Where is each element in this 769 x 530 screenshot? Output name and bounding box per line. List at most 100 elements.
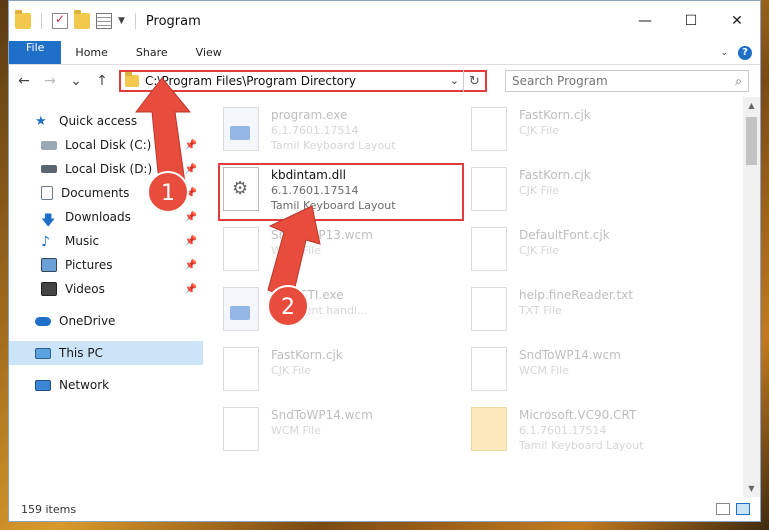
- toolbar-separator: [41, 13, 42, 29]
- documents-icon: [41, 186, 53, 200]
- scroll-up-arrow-icon[interactable]: ▲: [743, 97, 760, 114]
- help-icon[interactable]: ?: [738, 45, 752, 60]
- sidebar-item-music[interactable]: ♪ Music 📌: [9, 229, 203, 253]
- file-item[interactable]: help.fineReader.txt TXT File: [471, 281, 719, 341]
- sidebar-item-onedrive[interactable]: OneDrive: [9, 309, 203, 333]
- document-file-icon: [471, 107, 507, 151]
- forward-arrow-icon[interactable]: →: [41, 73, 59, 89]
- file-name: FastKorn.cjk: [519, 108, 591, 122]
- file-name: SndToWP13.wcm: [271, 228, 373, 242]
- pin-icon[interactable]: 📌: [185, 284, 197, 295]
- sidebar-item-videos[interactable]: Videos 📌: [9, 277, 203, 301]
- properties-check-icon[interactable]: [52, 12, 68, 29]
- pin-icon[interactable]: 📌: [185, 188, 197, 199]
- file-item[interactable]: FastKorn.cjk CJK File: [471, 161, 719, 221]
- main-area: ★ Quick access Local Disk (C:) 📌 Local D…: [9, 97, 760, 497]
- file-item[interactable]: Microsoft.VC90.CRT 6.1.7601.17514 Tamil Ke…: [471, 401, 719, 461]
- sidebar-item-label: Quick access: [59, 114, 138, 128]
- pin-icon[interactable]: 📌: [185, 212, 197, 223]
- address-folder-icon: [125, 72, 139, 87]
- tab-home[interactable]: Home: [61, 41, 121, 64]
- sidebar-item-label: Downloads: [65, 210, 131, 224]
- file-item[interactable]: SndToWP14.wcm WCM File: [223, 401, 471, 461]
- sidebar-item-this-pc[interactable]: This PC: [9, 341, 203, 365]
- search-box[interactable]: ⌕: [505, 70, 749, 92]
- sidebar-item-local-disk-d[interactable]: Local Disk (D:) 📌: [9, 157, 203, 181]
- large-icons-view-icon[interactable]: [736, 503, 750, 515]
- file-detail: CJK File: [519, 124, 560, 137]
- back-arrow-icon[interactable]: ←: [15, 73, 33, 89]
- network-icon: [35, 379, 51, 391]
- view-buttons: [716, 503, 760, 515]
- file-item[interactable]: SyncSTI.exe STI event handl...: [223, 281, 471, 341]
- tab-file[interactable]: File: [9, 41, 62, 64]
- music-icon: ♪: [41, 234, 50, 250]
- file-item[interactable]: SndToWP14.wcm WCM File: [471, 341, 719, 401]
- window-controls: — ☐ ✕: [622, 1, 760, 41]
- file-item[interactable]: program.exe 6.1.7601.17514 Tamil Keyboard …: [223, 101, 471, 161]
- sidebar-item-local-disk-c[interactable]: Local Disk (C:) 📌: [9, 133, 203, 157]
- pin-icon[interactable]: 📌: [185, 164, 197, 175]
- file-item[interactable]: FastKorn.cjk CJK File: [471, 101, 719, 161]
- recent-locations-chevron-icon[interactable]: ⌄: [67, 73, 85, 89]
- scroll-down-arrow-icon[interactable]: ▼: [743, 480, 760, 497]
- document-file-icon: [471, 347, 507, 391]
- address-path[interactable]: C:\Program Files\Program Directory: [145, 74, 356, 88]
- dll-gear-icon: [223, 167, 259, 211]
- details-view-icon[interactable]: [716, 503, 730, 515]
- pin-icon[interactable]: 📌: [185, 140, 197, 151]
- file-detail: Tamil Keyboard Layout: [519, 439, 644, 452]
- close-button[interactable]: ✕: [714, 1, 760, 41]
- drive-icon: [41, 165, 57, 173]
- videos-icon: [41, 282, 57, 296]
- minimize-button[interactable]: —: [622, 1, 668, 41]
- file-name: SyncSTI.exe: [271, 288, 344, 302]
- file-item[interactable]: FastKorn.cjk CJK File: [223, 341, 471, 401]
- sidebar-item-quick-access[interactable]: ★ Quick access: [9, 109, 203, 133]
- maximize-button[interactable]: ☐: [668, 1, 714, 41]
- search-input[interactable]: [512, 74, 736, 88]
- sidebar-item-label: OneDrive: [59, 314, 116, 328]
- toolbar-separator: [134, 13, 136, 29]
- drive-icon: [41, 140, 57, 150]
- sidebar-item-label: Videos: [65, 282, 105, 296]
- address-bar[interactable]: C:\Program Files\Program Directory ⌄ ↻: [119, 70, 487, 92]
- sidebar-item-downloads[interactable]: 🡇 Downloads 📌: [9, 205, 203, 229]
- customize-toolbar-chevron-icon[interactable]: ▼: [118, 16, 125, 26]
- scrollbar-thumb[interactable]: [746, 117, 757, 165]
- refresh-icon[interactable]: ↻: [463, 70, 485, 92]
- sidebar-item-label: Network: [59, 378, 110, 392]
- downloads-icon: 🡇: [41, 213, 56, 229]
- file-name: FastKorn.cjk: [271, 348, 343, 362]
- sidebar-item-pictures[interactable]: Pictures 📌: [9, 253, 203, 277]
- properties-icon[interactable]: [96, 13, 112, 29]
- file-name: DefaultFont.cjk: [519, 228, 610, 242]
- star-icon: ★: [35, 114, 47, 129]
- sidebar-item-label: Music: [65, 234, 100, 248]
- tab-view[interactable]: View: [182, 41, 236, 64]
- expand-ribbon-chevron-icon[interactable]: ⌄: [720, 48, 728, 58]
- search-icon[interactable]: ⌕: [735, 74, 742, 89]
- address-dropdown-chevron-icon[interactable]: ⌄: [450, 74, 459, 87]
- vertical-scrollbar[interactable]: ▲ ▼: [743, 97, 760, 497]
- pin-icon[interactable]: 📌: [185, 260, 197, 271]
- ribbon-tabs: File Home Share View ⌄ ?: [9, 41, 760, 65]
- file-item[interactable]: DefaultFont.cjk CJK File: [471, 221, 719, 281]
- file-detail: Tamil Keyboard Layout: [271, 199, 396, 212]
- pin-icon[interactable]: 📌: [185, 236, 197, 247]
- file-item-kbdintam-dll[interactable]: kbdintam.dll 6.1.7601.17514 Tamil Keyboard…: [223, 161, 471, 221]
- new-folder-icon[interactable]: [74, 10, 90, 29]
- file-item[interactable]: SndToWP13.wcm WCM File: [223, 221, 471, 281]
- item-count: 159 items: [21, 502, 77, 516]
- file-detail: WCM File: [519, 364, 569, 377]
- folder-icon: [15, 10, 31, 29]
- tab-share[interactable]: Share: [122, 41, 182, 64]
- file-detail: 6.1.7601.17514: [271, 124, 359, 137]
- file-detail: CJK File: [519, 244, 560, 257]
- sidebar-item-network[interactable]: Network: [9, 373, 203, 397]
- pictures-icon: [41, 258, 57, 272]
- up-arrow-icon[interactable]: ↑: [93, 73, 111, 89]
- sidebar-item-documents[interactable]: Documents 📌: [9, 181, 203, 205]
